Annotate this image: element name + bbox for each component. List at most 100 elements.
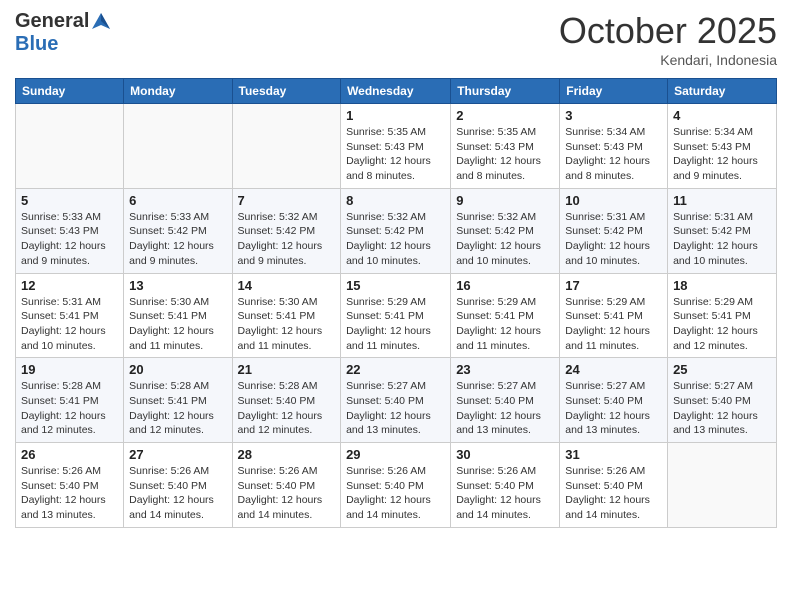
day-number: 25 — [673, 362, 771, 377]
day-number: 12 — [21, 278, 118, 293]
day-info: Sunrise: 5:30 AMSunset: 5:41 PMDaylight:… — [238, 295, 336, 354]
day-cell: 7 Sunrise: 5:32 AMSunset: 5:42 PMDaylight… — [232, 188, 341, 273]
day-cell: 30 Sunrise: 5:26 AMSunset: 5:40 PMDayligh… — [451, 443, 560, 528]
day-cell: 25 Sunrise: 5:27 AMSunset: 5:40 PMDayligh… — [668, 358, 777, 443]
day-info: Sunrise: 5:31 AMSunset: 5:42 PMDaylight:… — [565, 210, 662, 269]
weekday-wednesday: Wednesday — [341, 79, 451, 104]
day-number: 18 — [673, 278, 771, 293]
day-cell: 15Sunrise: 5:29 AMSunset: 5:41 PMDayligh… — [341, 273, 451, 358]
day-cell: 5 Sunrise: 5:33 AMSunset: 5:43 PMDaylight… — [16, 188, 124, 273]
day-cell: 14 Sunrise: 5:30 AMSunset: 5:41 PMDayligh… — [232, 273, 341, 358]
day-number: 31 — [565, 447, 662, 462]
day-cell: 19 Sunrise: 5:28 AMSunset: 5:41 PMDayligh… — [16, 358, 124, 443]
day-info: Sunrise: 5:31 AMSunset: 5:42 PMDaylight:… — [673, 210, 771, 269]
weekday-tuesday: Tuesday — [232, 79, 341, 104]
week-row-1: 1Sunrise: 5:35 AMSunset: 5:43 PMDaylight… — [16, 104, 777, 189]
day-info: Sunrise: 5:26 AMSunset: 5:40 PMDaylight:… — [565, 464, 662, 523]
day-number: 5 — [21, 193, 118, 208]
day-number: 6 — [129, 193, 226, 208]
day-info: Sunrise: 5:33 AMSunset: 5:42 PMDaylight:… — [129, 210, 226, 269]
day-cell — [232, 104, 341, 189]
week-row-5: 26 Sunrise: 5:26 AMSunset: 5:40 PMDayligh… — [16, 443, 777, 528]
day-number: 10 — [565, 193, 662, 208]
day-info: Sunrise: 5:34 AMSunset: 5:43 PMDaylight:… — [673, 125, 771, 184]
day-info: Sunrise: 5:33 AMSunset: 5:43 PMDaylight:… — [21, 210, 118, 269]
weekday-monday: Monday — [124, 79, 232, 104]
day-number: 9 — [456, 193, 554, 208]
day-info: Sunrise: 5:31 AMSunset: 5:41 PMDaylight:… — [21, 295, 118, 354]
day-number: 8 — [346, 193, 445, 208]
day-number: 14 — [238, 278, 336, 293]
day-cell: 11 Sunrise: 5:31 AMSunset: 5:42 PMDayligh… — [668, 188, 777, 273]
day-cell — [668, 443, 777, 528]
day-cell: 27Sunrise: 5:26 AMSunset: 5:40 PMDayligh… — [124, 443, 232, 528]
day-number: 3 — [565, 108, 662, 123]
day-info: Sunrise: 5:34 AMSunset: 5:43 PMDaylight:… — [565, 125, 662, 184]
day-number: 27 — [129, 447, 226, 462]
day-info: Sunrise: 5:26 AMSunset: 5:40 PMDaylight:… — [238, 464, 336, 523]
day-info: Sunrise: 5:29 AMSunset: 5:41 PMDaylight:… — [456, 295, 554, 354]
weekday-friday: Friday — [560, 79, 668, 104]
month-title: October 2025 — [559, 10, 777, 52]
day-number: 4 — [673, 108, 771, 123]
header: GeneralBlue October 2025 Kendari, Indone… — [15, 10, 777, 68]
day-info: Sunrise: 5:32 AMSunset: 5:42 PMDaylight:… — [238, 210, 336, 269]
day-info: Sunrise: 5:30 AMSunset: 5:41 PMDaylight:… — [129, 295, 226, 354]
day-cell: 23 Sunrise: 5:27 AMSunset: 5:40 PMDayligh… — [451, 358, 560, 443]
day-number: 26 — [21, 447, 118, 462]
day-cell: 28Sunrise: 5:26 AMSunset: 5:40 PMDayligh… — [232, 443, 341, 528]
day-number: 11 — [673, 193, 771, 208]
logo-text: GeneralBlue — [15, 10, 113, 56]
page: GeneralBlue October 2025 Kendari, Indone… — [0, 0, 792, 612]
day-info: Sunrise: 5:35 AMSunset: 5:43 PMDaylight:… — [346, 125, 445, 184]
day-cell — [124, 104, 232, 189]
day-info: Sunrise: 5:26 AMSunset: 5:40 PMDaylight:… — [456, 464, 554, 523]
day-info: Sunrise: 5:27 AMSunset: 5:40 PMDaylight:… — [673, 379, 771, 438]
day-number: 24 — [565, 362, 662, 377]
day-number: 7 — [238, 193, 336, 208]
day-cell: 10 Sunrise: 5:31 AMSunset: 5:42 PMDayligh… — [560, 188, 668, 273]
title-block: October 2025 Kendari, Indonesia — [559, 10, 777, 68]
day-info: Sunrise: 5:32 AMSunset: 5:42 PMDaylight:… — [346, 210, 445, 269]
day-number: 19 — [21, 362, 118, 377]
day-number: 16 — [456, 278, 554, 293]
day-cell: 8 Sunrise: 5:32 AMSunset: 5:42 PMDaylight… — [341, 188, 451, 273]
logo-blue: Blue — [15, 33, 58, 55]
day-number: 22 — [346, 362, 445, 377]
day-info: Sunrise: 5:35 AMSunset: 5:43 PMDaylight:… — [456, 125, 554, 184]
day-info: Sunrise: 5:28 AMSunset: 5:41 PMDaylight:… — [21, 379, 118, 438]
logo: GeneralBlue — [15, 10, 113, 56]
day-info: Sunrise: 5:32 AMSunset: 5:42 PMDaylight:… — [456, 210, 554, 269]
day-cell: 3 Sunrise: 5:34 AMSunset: 5:43 PMDaylight… — [560, 104, 668, 189]
day-number: 21 — [238, 362, 336, 377]
day-cell: 18Sunrise: 5:29 AMSunset: 5:41 PMDayligh… — [668, 273, 777, 358]
day-info: Sunrise: 5:29 AMSunset: 5:41 PMDaylight:… — [565, 295, 662, 354]
day-number: 30 — [456, 447, 554, 462]
day-number: 29 — [346, 447, 445, 462]
day-info: Sunrise: 5:27 AMSunset: 5:40 PMDaylight:… — [456, 379, 554, 438]
weekday-saturday: Saturday — [668, 79, 777, 104]
calendar: SundayMondayTuesdayWednesdayThursdayFrid… — [15, 78, 777, 528]
day-number: 23 — [456, 362, 554, 377]
day-info: Sunrise: 5:28 AMSunset: 5:41 PMDaylight:… — [129, 379, 226, 438]
week-row-2: 5 Sunrise: 5:33 AMSunset: 5:43 PMDaylight… — [16, 188, 777, 273]
day-cell: 6 Sunrise: 5:33 AMSunset: 5:42 PMDaylight… — [124, 188, 232, 273]
logo-icon — [90, 11, 112, 33]
week-row-4: 19 Sunrise: 5:28 AMSunset: 5:41 PMDayligh… — [16, 358, 777, 443]
day-info: Sunrise: 5:26 AMSunset: 5:40 PMDaylight:… — [346, 464, 445, 523]
day-info: Sunrise: 5:26 AMSunset: 5:40 PMDaylight:… — [21, 464, 118, 523]
day-cell: 2Sunrise: 5:35 AMSunset: 5:43 PMDaylight… — [451, 104, 560, 189]
location: Kendari, Indonesia — [559, 52, 777, 68]
day-cell: 9 Sunrise: 5:32 AMSunset: 5:42 PMDaylight… — [451, 188, 560, 273]
weekday-header-row: SundayMondayTuesdayWednesdayThursdayFrid… — [16, 79, 777, 104]
weekday-sunday: Sunday — [16, 79, 124, 104]
week-row-3: 12 Sunrise: 5:31 AMSunset: 5:41 PMDayligh… — [16, 273, 777, 358]
day-cell: 16 Sunrise: 5:29 AMSunset: 5:41 PMDayligh… — [451, 273, 560, 358]
day-cell: 1Sunrise: 5:35 AMSunset: 5:43 PMDaylight… — [341, 104, 451, 189]
day-info: Sunrise: 5:27 AMSunset: 5:40 PMDaylight:… — [346, 379, 445, 438]
day-cell: 22 Sunrise: 5:27 AMSunset: 5:40 PMDayligh… — [341, 358, 451, 443]
day-info: Sunrise: 5:28 AMSunset: 5:40 PMDaylight:… — [238, 379, 336, 438]
day-cell: 21 Sunrise: 5:28 AMSunset: 5:40 PMDayligh… — [232, 358, 341, 443]
day-number: 17 — [565, 278, 662, 293]
day-cell: 29 Sunrise: 5:26 AMSunset: 5:40 PMDayligh… — [341, 443, 451, 528]
